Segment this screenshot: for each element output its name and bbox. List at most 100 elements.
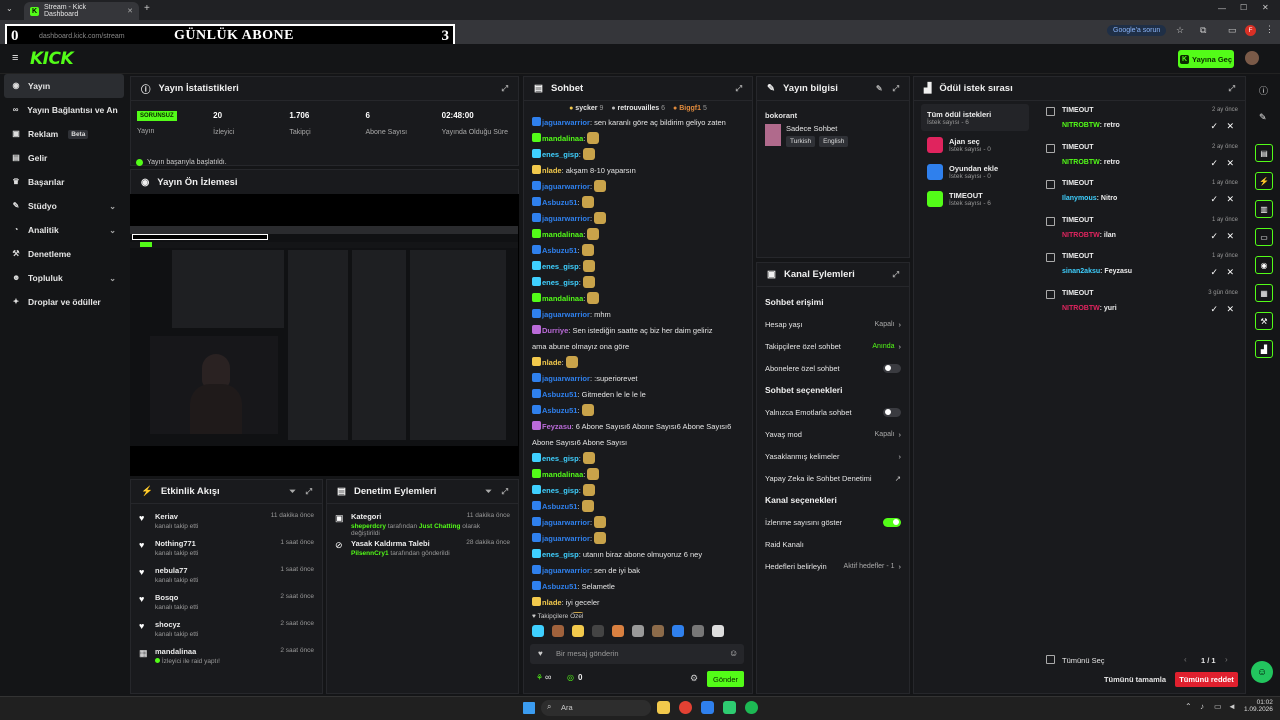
tag[interactable]: Turkish: [786, 136, 816, 147]
chat-username[interactable]: mandalinaa: [542, 230, 583, 239]
spotify-icon[interactable]: [745, 701, 758, 714]
prev-page-icon[interactable]: ‹: [1184, 655, 1187, 664]
window-close-icon[interactable]: ✕: [1262, 3, 1269, 12]
approve-check-icon[interactable]: ✓: [1210, 158, 1218, 169]
top-user[interactable]: ● sycker 9: [569, 105, 603, 112]
google-ask-chip[interactable]: Google'a sorun: [1107, 25, 1167, 36]
reject-x-icon[interactable]: ✕: [1226, 231, 1234, 242]
expand-icon[interactable]: ⤢: [306, 487, 312, 497]
request-user[interactable]: NITROBTW: [1062, 305, 1100, 312]
reward-category[interactable]: TIMEOUT İstek sayısı - 6: [921, 185, 1029, 212]
emote-icon[interactable]: [552, 625, 564, 637]
emote-icon[interactable]: [652, 625, 664, 637]
request-user[interactable]: NITROBTW: [1062, 122, 1100, 129]
chat-username[interactable]: Asbuzu51: [542, 390, 577, 399]
kick-logo[interactable]: KICK: [30, 49, 74, 69]
select-all-checkbox[interactable]: [1046, 655, 1055, 664]
feed-user[interactable]: shocyz: [155, 620, 198, 629]
chat-username[interactable]: enes_gisp: [542, 550, 579, 559]
profile-avatar[interactable]: F: [1245, 25, 1256, 36]
maximize-icon[interactable]: ☐: [1240, 3, 1247, 12]
chat-username[interactable]: Feyzasu: [542, 422, 572, 431]
sidepanel-icon[interactable]: ▭: [1228, 25, 1237, 36]
chat-username[interactable]: mandalinaa: [542, 294, 583, 303]
emote-icon[interactable]: [612, 625, 624, 637]
request-user[interactable]: sinan2aksu: [1062, 268, 1100, 275]
toggle-switch[interactable]: [883, 407, 901, 417]
widget-preview-button[interactable]: ◉: [1255, 256, 1273, 274]
popout-icon[interactable]: ⤢: [736, 84, 742, 94]
sidebar-item-droplar[interactable]: ✦ Droplar ve ödüller: [0, 290, 128, 314]
request-user[interactable]: NITROBTW: [1062, 232, 1100, 239]
minimize-icon[interactable]: —: [1218, 4, 1226, 13]
filter-icon[interactable]: ⏷: [485, 487, 491, 497]
expand-icon[interactable]: ⤢: [893, 270, 899, 280]
chat-username[interactable]: jaguarwarrior: [542, 374, 590, 383]
reward-category[interactable]: Oyundan ekle İstek sayısı - 0: [921, 158, 1029, 185]
chat-username[interactable]: jaguarwarrior: [542, 118, 590, 127]
sidebar-item-denetleme[interactable]: ⚒ Denetleme: [0, 242, 128, 266]
kick-app-icon[interactable]: [723, 701, 736, 714]
setting-row[interactable]: Hedefleri belirleyin Aktif hedefler - 1 ›: [757, 555, 909, 577]
emoji-icon[interactable]: ☺: [729, 648, 738, 658]
edit-layout-icon[interactable]: ✎: [1259, 112, 1267, 123]
chat-username[interactable]: jaguarwarrior: [542, 566, 590, 575]
store-icon[interactable]: [701, 701, 714, 714]
feed-user[interactable]: Nothing771: [155, 539, 198, 548]
feed-user[interactable]: Keriav: [155, 512, 198, 521]
setting-row[interactable]: Yavaş mod Kapalı ›: [757, 423, 909, 445]
widget-activity-button[interactable]: ⚡: [1255, 172, 1273, 190]
chat-username[interactable]: Durriye: [542, 326, 568, 335]
emote-icon[interactable]: [532, 625, 544, 637]
chat-username[interactable]: jaguarwarrior: [542, 310, 590, 319]
help-chat-icon[interactable]: ☺: [1251, 661, 1273, 683]
approve-check-icon[interactable]: ✓: [1210, 304, 1218, 315]
reject-all-button[interactable]: Tümünü reddet: [1175, 672, 1238, 687]
sidebar-item-studyo[interactable]: ✎ Stüdyo ⌄: [0, 194, 128, 218]
clock[interactable]: 01:02 1.09.2026: [1244, 699, 1273, 713]
chat-username[interactable]: mandalinaa: [542, 470, 583, 479]
widget-chat-button[interactable]: ▭: [1255, 228, 1273, 246]
tab-close-icon[interactable]: ✕: [127, 7, 133, 15]
reject-x-icon[interactable]: ✕: [1226, 267, 1234, 278]
setting-row[interactable]: İzlenme sayısını göster: [757, 511, 909, 533]
address-url[interactable]: dashboard.kick.com/stream: [39, 33, 174, 40]
emote-icon[interactable]: [632, 625, 644, 637]
extensions-icon[interactable]: ⧉: [1200, 25, 1206, 36]
request-checkbox[interactable]: [1046, 180, 1055, 189]
chat-username[interactable]: jaguarwarrior: [542, 182, 590, 191]
sidebar-item-topluluk[interactable]: ☻ Topluluk ⌄: [0, 266, 128, 290]
emote-icon[interactable]: [672, 625, 684, 637]
next-page-icon[interactable]: ›: [1225, 655, 1228, 664]
chat-username[interactable]: jaguarwarrior: [542, 518, 590, 527]
complete-all-button[interactable]: Tümünü tamamla: [1100, 672, 1170, 687]
sidebar-item-analitik[interactable]: ◔ Analitik ⌄: [0, 218, 128, 242]
chat-username[interactable]: Asbuzu51: [542, 582, 577, 591]
expand-icon[interactable]: ⤢: [1229, 84, 1235, 94]
volume-icon[interactable]: ◄: [1228, 702, 1236, 711]
request-checkbox[interactable]: [1046, 253, 1055, 262]
mod-actor[interactable]: PilsennCry1: [351, 550, 389, 557]
filter-icon[interactable]: ⏷: [289, 487, 295, 497]
widget-actions-button[interactable]: ⚒: [1255, 312, 1273, 330]
sidebar-item-gelir[interactable]: ▤ Gelir: [0, 146, 128, 170]
sidebar-item-stream-key[interactable]: ∞ Yayın Bağlantısı ve Anahtarı: [0, 98, 128, 122]
chat-username[interactable]: enes_gisp: [542, 150, 579, 159]
chat-username[interactable]: jaguarwarrior: [542, 214, 590, 223]
tray-chevron-icon[interactable]: ⌃: [1185, 702, 1192, 711]
go-live-button[interactable]: K Yayına Geç: [1178, 50, 1234, 68]
tag[interactable]: English: [819, 136, 849, 147]
widget-moderation-button[interactable]: ▥: [1255, 200, 1273, 218]
chat-message-input[interactable]: Bir mesaj gönderin: [530, 644, 744, 664]
setting-row[interactable]: Hesap yaşı Kapalı ›: [757, 313, 909, 335]
request-user[interactable]: Ilanymous: [1062, 195, 1097, 202]
request-checkbox[interactable]: [1046, 216, 1055, 226]
chat-username[interactable]: Asbuzu51: [542, 406, 577, 415]
approve-check-icon[interactable]: ✓: [1210, 231, 1218, 242]
setting-row[interactable]: Yapay Zeka ile Sohbet Denetimi ↗: [757, 467, 909, 489]
reject-x-icon[interactable]: ✕: [1226, 194, 1234, 205]
windows-start-icon[interactable]: [523, 702, 535, 714]
expand-icon[interactable]: ⤢: [502, 84, 508, 94]
sidebar-item-yayin[interactable]: ◉ Yayın: [4, 74, 124, 98]
chat-settings-icon[interactable]: ⚙: [690, 673, 698, 684]
